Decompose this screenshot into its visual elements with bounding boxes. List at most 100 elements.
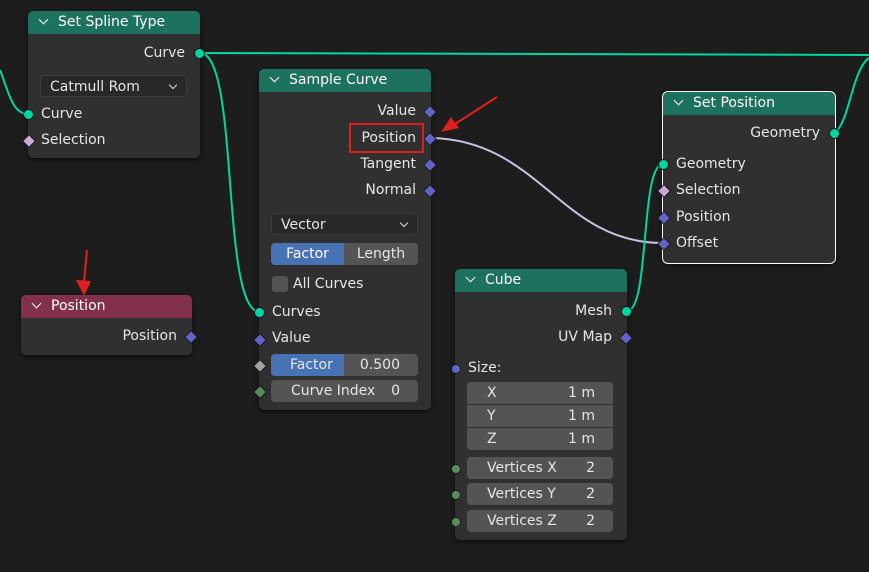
output-position-socket[interactable]	[183, 329, 199, 345]
curve-index-value: 0	[391, 383, 400, 399]
set-spline-type-header[interactable]: Set Spline Type	[28, 11, 200, 34]
curve-index-label: Curve Index	[291, 383, 376, 399]
factor-field[interactable]: Factor 0.500	[271, 354, 418, 376]
collapse-chevron-icon[interactable]	[465, 272, 476, 283]
output-position-label: Position	[122, 328, 177, 344]
size-x-label: X	[487, 385, 497, 401]
output-normal-label: Normal	[365, 182, 416, 198]
input-vertices-z-socket[interactable]	[451, 517, 461, 527]
annotation-arrow-sample-position	[441, 96, 498, 132]
node-title: Set Spline Type	[58, 14, 166, 30]
annotation-arrow-position-node	[76, 249, 91, 296]
annotation-highlight-box	[349, 123, 424, 153]
spline-type-value: Catmull Rom	[50, 79, 140, 95]
vertices-z-label: Vertices Z	[487, 513, 557, 529]
set-spline-type-node[interactable]: Set Spline Type Curve Catmull Rom Curve …	[21, 11, 205, 158]
sample-curve-node[interactable]: Sample Curve Value Position Tangent Norm…	[252, 69, 438, 410]
all-curves-label: All Curves	[293, 276, 364, 292]
input-factor-socket[interactable]	[252, 358, 268, 374]
output-mesh-socket[interactable]	[621, 306, 632, 317]
link-curve-to-offscreen	[199, 52, 869, 56]
node-title: Set Position	[693, 95, 775, 111]
output-tangent-socket[interactable]	[422, 157, 438, 173]
size-z-field[interactable]: Z 1 m	[467, 428, 613, 450]
input-vertices-x-socket[interactable]	[451, 464, 461, 474]
output-normal-socket[interactable]	[422, 183, 438, 199]
input-vertices-y-socket[interactable]	[451, 490, 461, 500]
mode-factor-button[interactable]: Factor	[271, 243, 344, 265]
output-mesh-label: Mesh	[575, 303, 612, 319]
size-label: Size:	[468, 360, 502, 376]
output-uvmap-socket[interactable]	[618, 330, 634, 346]
node-title: Sample Curve	[289, 72, 388, 88]
mode-length-button[interactable]: Length	[344, 243, 418, 265]
set-position-node[interactable]: Set Position Geometry Geometry Selection…	[656, 91, 840, 264]
input-curve-index-socket[interactable]	[252, 384, 268, 400]
curve-index-field[interactable]: Curve Index 0	[271, 380, 418, 402]
size-y-value: 1 m	[568, 408, 595, 424]
input-selection-socket[interactable]	[656, 183, 672, 199]
output-value-label: Value	[377, 103, 416, 119]
input-value-socket[interactable]	[252, 332, 268, 348]
size-z-label: Z	[487, 431, 497, 447]
collapse-chevron-icon[interactable]	[673, 95, 684, 106]
set-position-header[interactable]: Set Position	[663, 92, 835, 115]
output-curve-socket[interactable]	[194, 48, 205, 59]
vertices-x-label: Vertices X	[487, 460, 557, 476]
input-curves-label: Curves	[272, 304, 321, 320]
spline-type-dropdown[interactable]: Catmull Rom	[40, 75, 187, 97]
input-geometry-socket[interactable]	[658, 159, 669, 170]
vertices-x-value: 2	[586, 460, 595, 476]
chevron-down-icon	[168, 80, 178, 90]
size-x-field[interactable]: X 1 m	[467, 382, 613, 404]
position-header[interactable]: Position	[21, 295, 192, 318]
vertices-y-field[interactable]: Vertices Y 2	[467, 483, 613, 505]
input-curve-label: Curve	[41, 106, 83, 122]
link-curve-to-sample-curves	[199, 52, 261, 313]
cube-header[interactable]: Cube	[455, 269, 627, 292]
input-size-socket[interactable]	[451, 364, 461, 374]
size-y-field[interactable]: Y 1 m	[467, 405, 613, 427]
cube-node[interactable]: Cube Mesh UV Map Size: X 1 m Y 1 m Z 1 m…	[451, 269, 634, 540]
output-uvmap-label: UV Map	[558, 329, 612, 345]
collapse-chevron-icon[interactable]	[31, 298, 42, 309]
input-position-label: Position	[676, 209, 731, 225]
input-curves-socket[interactable]	[254, 307, 265, 318]
output-tangent-label: Tangent	[360, 156, 416, 172]
factor-value: 0.500	[359, 357, 400, 373]
output-geometry-label: Geometry	[750, 125, 820, 141]
input-position-socket[interactable]	[656, 210, 672, 226]
input-curve-socket[interactable]	[23, 109, 34, 120]
input-offset-label: Offset	[676, 235, 719, 251]
size-z-value: 1 m	[568, 431, 595, 447]
collapse-chevron-icon[interactable]	[38, 14, 49, 25]
sample-curve-header[interactable]: Sample Curve	[259, 69, 431, 92]
node-title: Cube	[485, 272, 522, 288]
data-type-dropdown[interactable]: Vector	[271, 213, 418, 235]
vertices-x-field[interactable]: Vertices X 2	[467, 457, 613, 479]
output-geometry-socket[interactable]	[829, 128, 840, 139]
factor-label: Factor	[290, 357, 333, 373]
all-curves-checkbox[interactable]	[272, 276, 288, 292]
output-value-socket[interactable]	[422, 104, 438, 120]
input-selection-socket[interactable]	[21, 133, 37, 149]
output-position-socket[interactable]	[422, 131, 438, 147]
input-offset-socket[interactable]	[656, 236, 672, 252]
link-geometry-out	[834, 57, 869, 134]
chevron-down-icon	[399, 218, 409, 228]
collapse-chevron-icon[interactable]	[269, 72, 280, 83]
size-y-label: Y	[487, 408, 496, 424]
input-selection-label: Selection	[41, 132, 106, 148]
data-type-value: Vector	[281, 217, 326, 233]
size-x-value: 1 m	[568, 385, 595, 401]
vertices-z-field[interactable]: Vertices Z 2	[467, 510, 613, 532]
input-value-label: Value	[272, 330, 311, 346]
link-mesh-to-geometry	[626, 163, 664, 312]
vertices-z-value: 2	[586, 513, 595, 529]
link-into-set-spline-curve	[0, 69, 29, 115]
position-node[interactable]: Position Position	[21, 295, 199, 355]
input-selection-label: Selection	[676, 182, 741, 198]
vertices-y-label: Vertices Y	[487, 486, 556, 502]
output-curve-label: Curve	[143, 45, 185, 61]
link-position-to-offset	[430, 137, 664, 244]
